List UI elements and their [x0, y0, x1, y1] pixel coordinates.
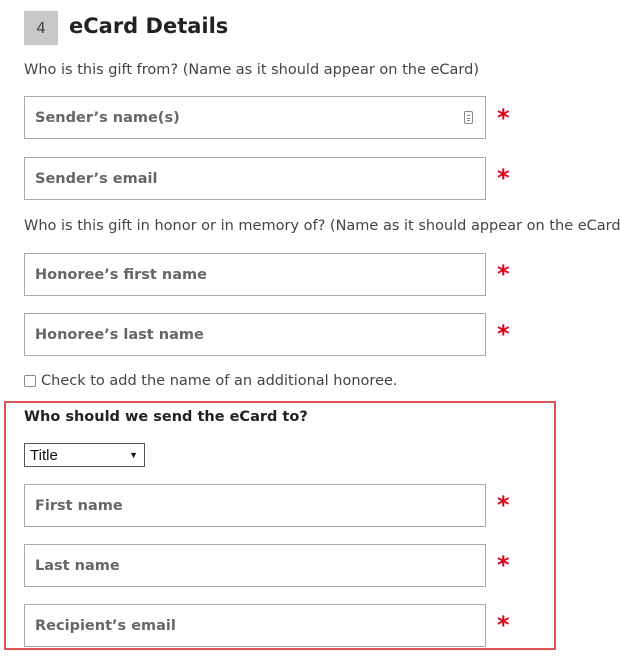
honoree-last-name-input[interactable]: [25, 314, 485, 355]
recipient-last-name-field[interactable]: [24, 544, 486, 587]
additional-honoree-checkbox[interactable]: [24, 375, 36, 387]
section-title: eCard Details: [69, 14, 229, 38]
sender-email-field[interactable]: [24, 157, 486, 200]
step-number-badge: 4: [24, 11, 58, 45]
required-marker: *: [497, 320, 510, 348]
honoree-last-name-field[interactable]: [24, 313, 486, 356]
sender-name-input[interactable]: [25, 97, 485, 138]
sender-email-input[interactable]: [25, 158, 485, 199]
sender-prompt: Who is this gift from? (Name as it shoul…: [24, 62, 480, 78]
honoree-prompt: Who is this gift in honor or in memory o…: [24, 218, 620, 234]
required-marker: *: [497, 260, 510, 288]
honoree-first-name-field[interactable]: [24, 253, 486, 296]
additional-honoree-row[interactable]: Check to add the name of an additional h…: [24, 373, 398, 389]
sender-name-field[interactable]: [24, 96, 486, 139]
title-select-value: Title: [30, 446, 58, 464]
required-marker: *: [497, 104, 510, 132]
recipient-last-name-input[interactable]: [25, 545, 485, 586]
caret-down-icon: ▼: [129, 450, 138, 460]
additional-honoree-label: Check to add the name of an additional h…: [41, 373, 398, 389]
required-marker: *: [497, 611, 510, 639]
recipient-email-input[interactable]: [25, 605, 485, 646]
required-marker: *: [497, 551, 510, 579]
recipient-email-field[interactable]: [24, 604, 486, 647]
honoree-first-name-input[interactable]: [25, 254, 485, 295]
contact-card-icon: [464, 111, 473, 124]
recipient-first-name-input[interactable]: [25, 485, 485, 526]
required-marker: *: [497, 164, 510, 192]
recipient-first-name-field[interactable]: [24, 484, 486, 527]
title-select[interactable]: Title ▼: [24, 443, 145, 467]
required-marker: *: [497, 491, 510, 519]
recipient-heading: Who should we send the eCard to?: [24, 409, 308, 425]
